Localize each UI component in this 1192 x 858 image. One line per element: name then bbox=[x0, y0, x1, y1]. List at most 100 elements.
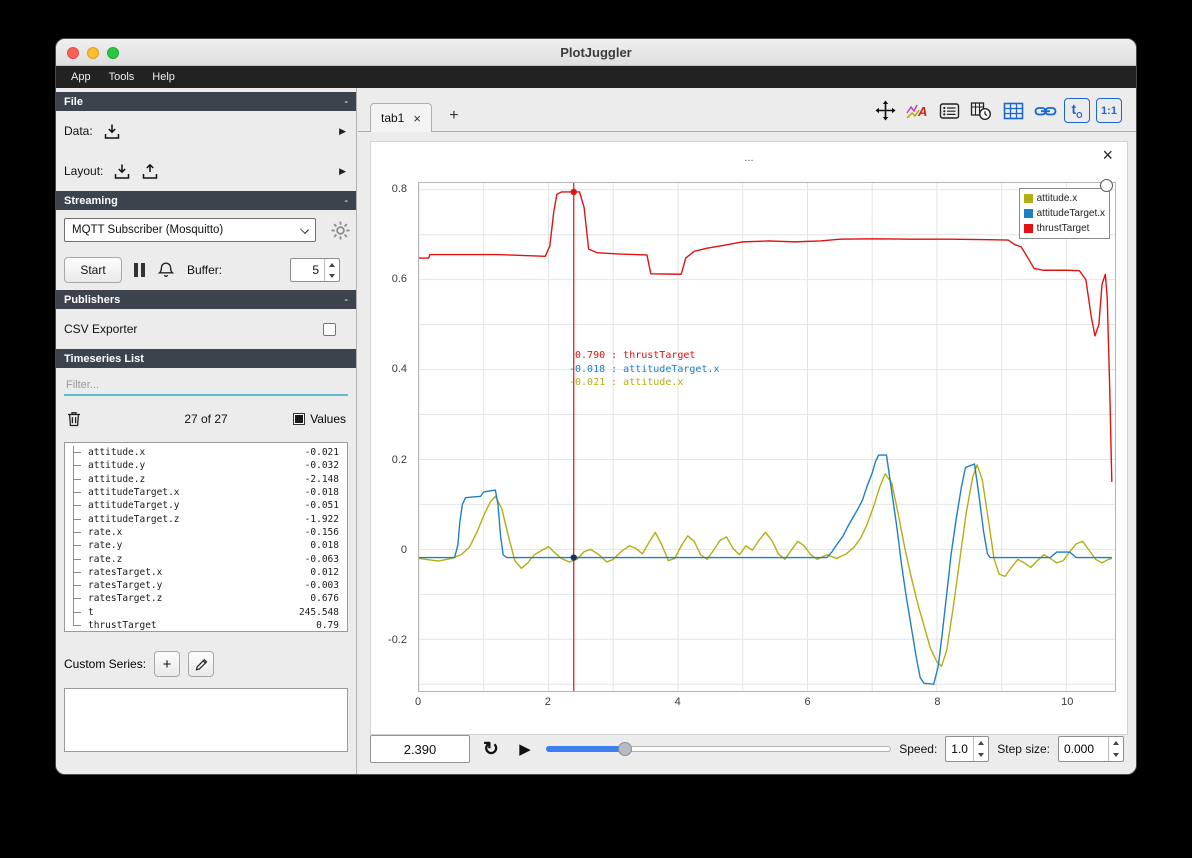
legend-entry[interactable]: attitudeTarget.x bbox=[1023, 206, 1105, 221]
menu-tools[interactable]: Tools bbox=[100, 66, 144, 88]
step-size-spinbox[interactable]: 0.000 bbox=[1058, 736, 1124, 762]
streaming-collapse-button[interactable]: - bbox=[344, 195, 348, 207]
csv-exporter-row: CSV Exporter bbox=[56, 309, 356, 349]
timeseries-item[interactable]: attitudeTarget.y -0.051 bbox=[73, 499, 347, 513]
plot-canvas[interactable]: attitude.x attitudeTarget.x thrustTarget 0… bbox=[418, 179, 1116, 692]
buffer-spinbox[interactable]: 5 bbox=[290, 258, 340, 282]
minimize-window-button[interactable] bbox=[87, 47, 99, 59]
custom-series-label: Custom Series: bbox=[64, 657, 147, 671]
slider-handle[interactable] bbox=[618, 742, 633, 756]
timeseries-item[interactable]: rate.x -0.156 bbox=[73, 525, 347, 540]
publishers-section-title: Publishers bbox=[64, 293, 121, 306]
layout-expand-chevron[interactable]: ▶ bbox=[339, 166, 346, 177]
speed-spinbox[interactable]: 1.0 bbox=[945, 736, 990, 762]
buffer-label: Buffer: bbox=[187, 263, 223, 277]
zoom-window-button[interactable] bbox=[107, 47, 119, 59]
timeseries-value: -2.148 bbox=[304, 473, 339, 485]
tab-close-icon[interactable]: × bbox=[413, 112, 421, 125]
timeseries-item[interactable]: ratesTarget.z 0.676 bbox=[73, 592, 347, 606]
plot-style-icon[interactable]: A bbox=[904, 98, 930, 123]
buffer-down-button[interactable] bbox=[325, 270, 339, 281]
streaming-source-value: MQTT Subscriber (Mosquitto) bbox=[72, 224, 224, 236]
custom-series-list[interactable] bbox=[64, 688, 348, 752]
load-data-icon[interactable] bbox=[103, 123, 121, 140]
csv-exporter-checkbox[interactable] bbox=[323, 322, 336, 336]
buffer-up-button[interactable] bbox=[325, 259, 339, 270]
timeseries-name: ratesTarget.z bbox=[88, 593, 163, 605]
menu-help[interactable]: Help bbox=[143, 66, 184, 88]
save-layout-icon[interactable] bbox=[141, 163, 159, 180]
grid-layout-icon[interactable] bbox=[1000, 98, 1026, 123]
link-axes-icon[interactable] bbox=[1032, 98, 1058, 123]
data-expand-chevron[interactable]: ▶ bbox=[339, 126, 346, 137]
values-checkbox[interactable] bbox=[293, 413, 306, 425]
publishers-collapse-button[interactable]: - bbox=[344, 294, 348, 306]
timeseries-value: -0.018 bbox=[304, 487, 339, 499]
timeseries-item[interactable]: attitude.x -0.021 bbox=[73, 446, 347, 460]
time-offset-t0-button[interactable]: tO bbox=[1064, 98, 1090, 123]
y-tick-label: 0.2 bbox=[391, 453, 407, 466]
pause-icon[interactable] bbox=[134, 263, 145, 277]
tab-tab1[interactable]: tab1 × bbox=[370, 103, 432, 132]
tree-branch-icon bbox=[73, 565, 85, 579]
speed-up-button[interactable] bbox=[974, 737, 988, 749]
speed-down-button[interactable] bbox=[974, 749, 988, 761]
plot-widget: ... × -0.2 0 0.2 0.4 0.6 0.8 attitude.x attitu… bbox=[370, 141, 1128, 735]
legend-entry[interactable]: thrustTarget bbox=[1023, 221, 1105, 236]
legend-label: thrustTarget bbox=[1036, 223, 1090, 234]
current-time-display[interactable]: 2.390 bbox=[370, 735, 470, 763]
timeseries-item[interactable]: attitude.y -0.032 bbox=[73, 459, 347, 473]
start-streaming-button[interactable]: Start bbox=[64, 257, 122, 283]
series-thrustTarget bbox=[419, 191, 1113, 482]
tree-branch-icon bbox=[73, 472, 85, 486]
close-window-button[interactable] bbox=[67, 47, 79, 59]
legend-entry[interactable]: attitude.x bbox=[1023, 191, 1105, 206]
y-tick-label: 0.6 bbox=[391, 273, 407, 286]
timeseries-item[interactable]: attitudeTarget.x -0.018 bbox=[73, 485, 347, 500]
x-tick-label: 2 bbox=[544, 696, 551, 708]
file-collapse-button[interactable]: - bbox=[344, 96, 348, 108]
timeseries-filter-input[interactable] bbox=[64, 376, 348, 396]
values-toggle[interactable]: Values bbox=[293, 412, 346, 426]
plot-legend: attitude.x attitudeTarget.x thrustTarget bbox=[1018, 188, 1110, 239]
streaming-source-select[interactable]: MQTT Subscriber (Mosquitto) bbox=[64, 218, 316, 242]
timeseries-value: -1.922 bbox=[304, 513, 339, 525]
plot-close-icon[interactable]: × bbox=[1102, 146, 1113, 164]
pan-zoom-icon[interactable] bbox=[872, 98, 898, 123]
timeseries-name: attitude.z bbox=[88, 473, 146, 485]
edit-custom-series-button[interactable] bbox=[188, 651, 215, 677]
step-down-button[interactable] bbox=[1109, 749, 1123, 761]
file-section-header: File - bbox=[56, 92, 356, 111]
timeseries-name: attitudeTarget.y bbox=[88, 500, 180, 512]
timeseries-value: 0.018 bbox=[310, 540, 339, 552]
timeseries-item[interactable]: ratesTarget.x 0.012 bbox=[73, 565, 347, 579]
streaming-settings-gear-icon[interactable] bbox=[331, 221, 350, 240]
menu-app[interactable]: App bbox=[62, 66, 100, 88]
notifications-bell-icon[interactable] bbox=[157, 261, 175, 279]
ratio-1-1-button[interactable]: 1:1 bbox=[1096, 98, 1122, 123]
plus-icon: + bbox=[162, 655, 172, 673]
timeseries-item[interactable]: thrustTarget 0.79 bbox=[73, 618, 347, 631]
time-slider[interactable] bbox=[546, 736, 892, 762]
add-tab-button[interactable]: + bbox=[442, 104, 466, 128]
step-up-button[interactable] bbox=[1109, 737, 1123, 749]
play-button[interactable]: ▶ bbox=[512, 736, 538, 762]
timeseries-item[interactable]: ratesTarget.y -0.003 bbox=[73, 578, 347, 593]
legend-list-icon[interactable] bbox=[936, 98, 962, 123]
x-tick-label: 10 bbox=[1061, 696, 1074, 708]
timeseries-item[interactable]: t 245.548 bbox=[73, 605, 347, 619]
plot-canvas-svg bbox=[419, 183, 1115, 691]
layout-row: Layout: ▶ bbox=[56, 151, 356, 191]
legend-toggle-circle[interactable] bbox=[1100, 179, 1113, 192]
load-layout-icon[interactable] bbox=[113, 163, 131, 180]
loop-playback-button[interactable]: ↺ bbox=[478, 736, 504, 762]
x-tick-label: 8 bbox=[934, 696, 941, 708]
traffic-lights bbox=[67, 47, 119, 59]
timeseries-item[interactable]: rate.y 0.018 bbox=[73, 539, 347, 553]
datetime-icon[interactable] bbox=[968, 98, 994, 123]
timeseries-item[interactable]: attitudeTarget.z -1.922 bbox=[73, 512, 347, 526]
add-custom-series-button[interactable]: + bbox=[154, 651, 181, 677]
timeseries-item[interactable]: rate.z -0.063 bbox=[73, 552, 347, 566]
tree-branch-icon bbox=[73, 618, 85, 627]
timeseries-item[interactable]: attitude.z -2.148 bbox=[73, 472, 347, 486]
